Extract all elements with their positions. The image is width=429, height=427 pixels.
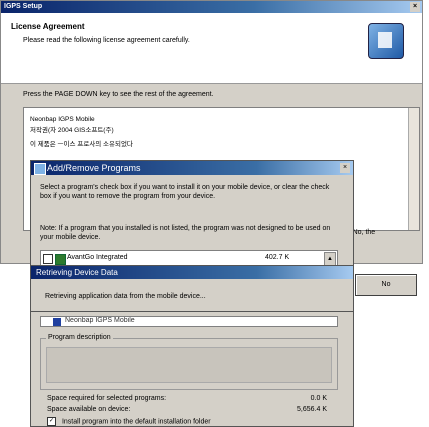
program-size: 402.7 K	[265, 254, 290, 261]
program-name: Neonbap IGPS Mobile	[65, 317, 135, 324]
space-required-row: Space required for selected programs: 0.…	[47, 395, 327, 402]
license-line: Neonbap IGPS Mobile	[30, 116, 95, 123]
install-default-label: Install program into the default install…	[61, 418, 211, 426]
page-subtitle: Please read the following license agreem…	[23, 37, 190, 44]
program-description-group: Program description	[40, 334, 338, 390]
setup-title-bar[interactable]: IGPS Setup ×	[1, 1, 422, 13]
add-remove-title-bar[interactable]: Add/Remove Programs ×	[31, 161, 353, 175]
space-required-value: 0.0 K	[310, 395, 327, 402]
retrieving-message: Retrieving application data from the mob…	[45, 293, 206, 300]
space-available-label: Space available on device:	[47, 406, 131, 413]
program-icon	[53, 318, 61, 326]
space-available-row: Space available on device: 5,656.4 K	[47, 406, 327, 413]
setup-header: License Agreement Please read the follow…	[1, 13, 422, 84]
add-remove-title: Add/Remove Programs	[47, 163, 141, 173]
programs-icon	[34, 163, 46, 175]
license-instruction: Press the PAGE DOWN key to see the rest …	[23, 91, 214, 98]
program-list-item[interactable]: Neonbap IGPS Mobile	[40, 316, 338, 327]
add-remove-instructions: Select a program's check box if you want…	[40, 184, 330, 200]
setup-window-title: IGPS Setup	[4, 3, 43, 10]
retrieving-device-data-dialog: Retrieving Device Data Retrieving applic…	[30, 265, 354, 312]
program-description-label: Program description	[46, 334, 113, 341]
space-available-value: 5,656.4 K	[297, 406, 327, 413]
page-title: License Agreement	[11, 22, 85, 31]
program-checkbox[interactable]	[43, 254, 53, 264]
retrieving-title: Retrieving Device Data	[36, 268, 118, 277]
close-icon[interactable]: ×	[340, 163, 350, 173]
install-default-checkbox[interactable]: ✓	[47, 417, 56, 426]
license-line: 이 제품은 ㅡ이스 프로사의 소유되었다	[30, 141, 133, 148]
avantgo-icon	[55, 254, 66, 265]
license-scrollbar[interactable]	[408, 108, 419, 230]
add-remove-note: Note: If a program that you installed is…	[40, 225, 331, 241]
install-default-option[interactable]: ✓ Install program into the default insta…	[47, 417, 211, 426]
program-name: AvantGo Integrated	[67, 254, 128, 261]
space-required-label: Space required for selected programs:	[47, 395, 167, 402]
program-list-item[interactable]: AvantGo Integrated 402.7 K	[43, 254, 303, 265]
close-icon[interactable]: ×	[410, 2, 420, 12]
program-description-field	[46, 347, 332, 383]
license-line: 저작권(자 2004 GIS소프트(주)	[30, 127, 114, 134]
setup-computer-icon	[368, 23, 404, 59]
retrieving-title-bar[interactable]: Retrieving Device Data	[31, 266, 353, 279]
no-button[interactable]: No	[355, 274, 417, 296]
